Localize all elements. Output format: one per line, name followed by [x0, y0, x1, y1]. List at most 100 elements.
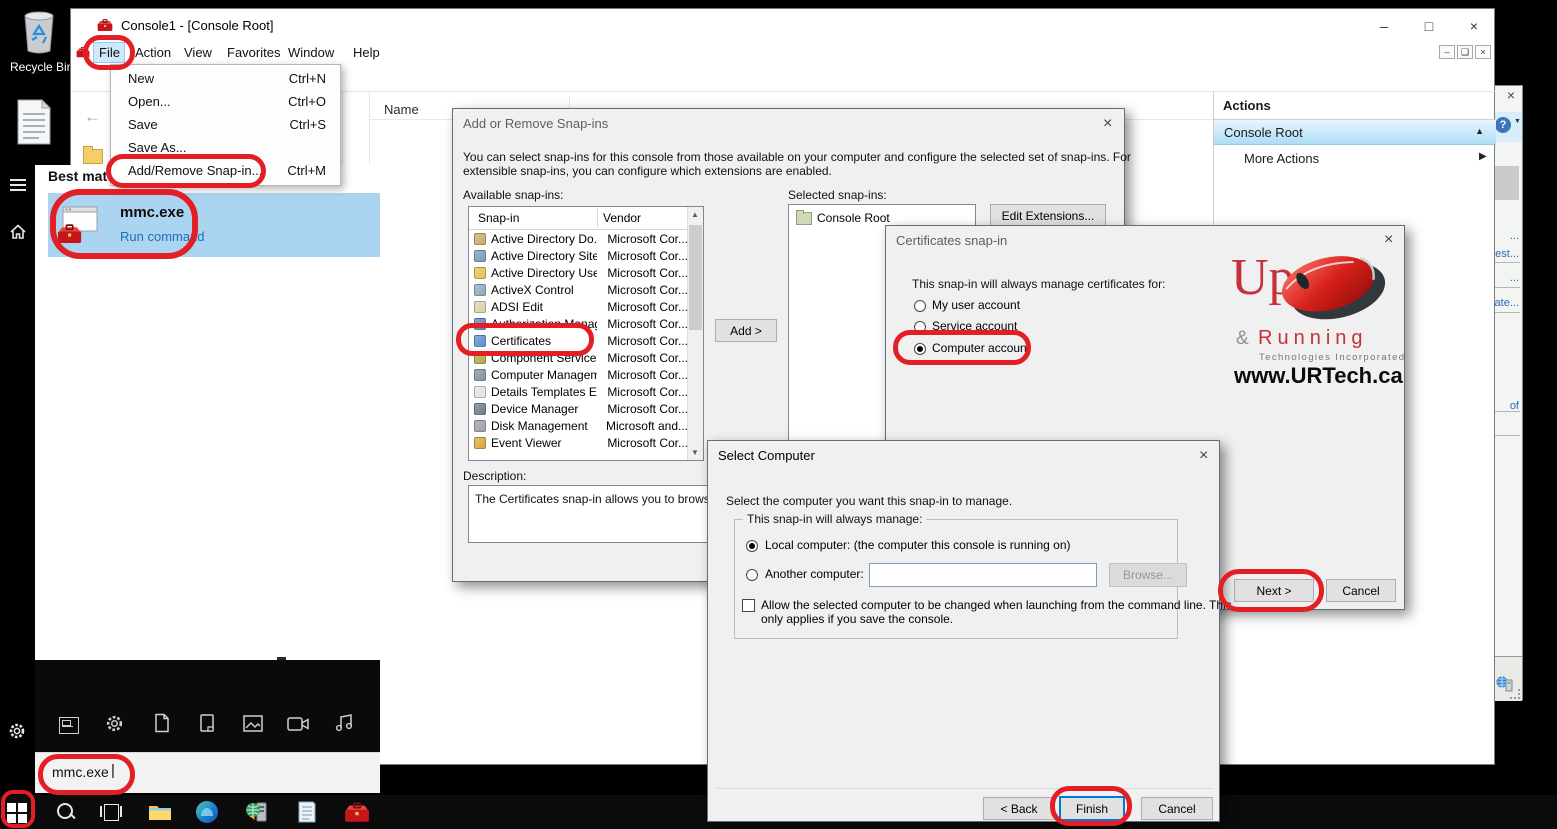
available-snapins-list[interactable]: Snap-in Vendor Active Directory Do...Mic… — [468, 206, 704, 461]
chevron-down-icon[interactable]: ▼ — [1514, 118, 1521, 125]
close-icon[interactable]: × — [1103, 115, 1112, 133]
snapin-row[interactable]: Disk ManagementMicrosoft and... — [469, 417, 688, 434]
snapin-row[interactable]: Details Templates E...Microsoft Cor... — [469, 383, 688, 400]
file-menu-item[interactable]: Add/Remove Snap-in...Ctrl+M — [111, 159, 340, 182]
snapin-row[interactable]: Computer Managem...Microsoft Cor... — [469, 366, 688, 383]
file-menu-item[interactable]: SaveCtrl+S — [111, 113, 340, 136]
finish-button[interactable]: Finish — [1059, 796, 1125, 821]
search-input-value[interactable]: mmc.exe — [52, 764, 109, 780]
column-snapin[interactable]: Snap-in — [478, 211, 519, 225]
hamburger-icon[interactable] — [10, 179, 26, 191]
more-actions-item[interactable]: More Actions — [1244, 151, 1319, 166]
scrollbar[interactable]: ▲ ▼ — [687, 207, 703, 460]
child-restore-button[interactable]: ❑ — [1457, 45, 1473, 59]
help-icon[interactable]: ? — [1495, 117, 1511, 133]
radio-computer-account-label[interactable]: Computer account — [932, 341, 1030, 355]
radio-local-computer[interactable] — [746, 540, 758, 552]
server-manager-icon[interactable] — [245, 800, 269, 824]
search-icon[interactable] — [55, 801, 77, 823]
child-close-button[interactable]: × — [1475, 45, 1491, 59]
scrollbar-fragment[interactable] — [1495, 166, 1519, 200]
radio-local-computer-label[interactable]: Local computer: (the computer this conso… — [765, 538, 1071, 552]
minimize-button[interactable]: – — [1371, 15, 1397, 37]
search-result-mmc[interactable]: mmc.exe Run command — [48, 193, 380, 257]
snapin-row[interactable]: Event ViewerMicrosoft Cor... — [469, 434, 688, 451]
another-computer-input[interactable] — [869, 563, 1097, 587]
menu-action[interactable]: Action — [135, 45, 171, 60]
recycle-bin-shortcut[interactable]: Recycle Bin — [10, 8, 68, 80]
file-explorer-icon[interactable] — [148, 802, 172, 822]
scroll-thumb[interactable] — [689, 225, 702, 330]
file-menu-item[interactable]: NewCtrl+N — [111, 67, 340, 90]
allow-change-checkbox[interactable] — [742, 599, 755, 612]
notepad-icon[interactable] — [296, 800, 318, 824]
filter-settings-icon[interactable] — [105, 714, 124, 733]
snapin-row[interactable]: Active Directory Use...Microsoft Cor... — [469, 264, 688, 281]
scroll-up-icon[interactable]: ▲ — [691, 210, 699, 219]
snapin-row[interactable]: ADSI EditMicrosoft Cor... — [469, 298, 688, 315]
home-icon[interactable] — [9, 223, 27, 241]
checkbox-label-line2[interactable]: only applies if you save the console. — [761, 612, 953, 626]
description-text: The Certificates snap-in allows you to b… — [475, 492, 718, 506]
task-view-icon[interactable] — [100, 803, 122, 821]
checkbox-label-line1[interactable]: Allow the selected computer to be change… — [761, 598, 1232, 612]
back-arrow-icon[interactable]: ← — [84, 107, 101, 127]
edge-icon[interactable] — [196, 801, 218, 823]
menu-window[interactable]: Window — [288, 45, 334, 60]
filter-photos-icon[interactable] — [243, 715, 263, 733]
snapin-row[interactable]: Active Directory Do...Microsoft Cor... — [469, 230, 688, 247]
available-snapins-label: Available snap-ins: — [463, 188, 564, 202]
snapin-row[interactable]: Component ServicesMicrosoft Cor... — [469, 349, 688, 366]
snapin-vendor: Microsoft Cor... — [597, 436, 688, 450]
menu-help[interactable]: Help — [353, 45, 380, 60]
browse-button[interactable]: Browse... — [1109, 563, 1187, 587]
radio-my-user-account[interactable] — [914, 300, 926, 312]
menu-file[interactable]: File — [99, 45, 120, 60]
document-shortcut[interactable] — [16, 98, 56, 154]
filter-apps-icon[interactable] — [59, 717, 79, 734]
recycle-bin-label: Recycle Bin — [10, 60, 68, 74]
snapin-row[interactable]: Device ManagerMicrosoft Cor... — [469, 400, 688, 417]
radio-service-account-label[interactable]: Service account — [932, 319, 1017, 333]
radio-another-computer-label[interactable]: Another computer: — [765, 567, 864, 581]
menu-view[interactable]: View — [184, 45, 212, 60]
actions-group-bar[interactable]: Console Root ▲ — [1214, 120, 1496, 145]
snapin-row[interactable]: Authorization ManagerMicrosoft Cor... — [469, 315, 688, 332]
radio-another-computer[interactable] — [746, 569, 758, 581]
column-vendor[interactable]: Vendor — [603, 211, 641, 225]
column-header-name[interactable]: Name — [384, 102, 419, 117]
snapin-row[interactable]: ActiveX ControlMicrosoft Cor... — [469, 281, 688, 298]
child-minimize-button[interactable]: – — [1439, 45, 1455, 59]
console-root-folder-icon[interactable] — [83, 149, 103, 164]
radio-my-user-account-label[interactable]: My user account — [932, 298, 1020, 312]
snapin-row[interactable]: Active Directory Site...Microsoft Cor... — [469, 247, 688, 264]
back-button[interactable]: < Back — [983, 797, 1055, 820]
filter-folders-icon[interactable] — [198, 713, 216, 733]
close-icon[interactable]: × — [1507, 87, 1515, 103]
mmc-taskbar-icon[interactable] — [344, 801, 370, 823]
edit-extensions-button[interactable]: Edit Extensions... — [990, 204, 1106, 227]
column-divider[interactable] — [597, 209, 598, 227]
radio-service-account[interactable] — [914, 321, 926, 333]
filter-videos-icon[interactable] — [287, 716, 309, 732]
adsi-edit-icon — [474, 301, 486, 313]
cancel-button[interactable]: Cancel — [1141, 797, 1213, 820]
filter-documents-icon[interactable] — [153, 713, 171, 733]
file-menu-item[interactable]: Save As... — [111, 136, 340, 159]
add-button[interactable]: Add > — [715, 319, 777, 342]
scroll-down-icon[interactable]: ▼ — [691, 448, 699, 457]
file-menu-item[interactable]: Open...Ctrl+O — [111, 90, 340, 113]
close-button[interactable]: × — [1461, 15, 1487, 37]
maximize-button[interactable]: □ — [1416, 15, 1442, 37]
cancel-button[interactable]: Cancel — [1326, 579, 1396, 602]
settings-gear-icon[interactable] — [8, 722, 26, 740]
collapse-icon[interactable]: ▲ — [1475, 126, 1484, 136]
filter-music-icon[interactable] — [335, 713, 355, 733]
snapin-row[interactable]: CertificatesMicrosoft Cor... — [469, 332, 688, 349]
menu-favorites[interactable]: Favorites — [227, 45, 280, 60]
start-button[interactable] — [6, 802, 30, 824]
radio-computer-account[interactable] — [914, 343, 926, 355]
next-button[interactable]: Next > — [1234, 579, 1314, 602]
close-icon[interactable]: × — [1199, 447, 1208, 465]
search-box[interactable]: mmc.exe | — [35, 752, 380, 793]
